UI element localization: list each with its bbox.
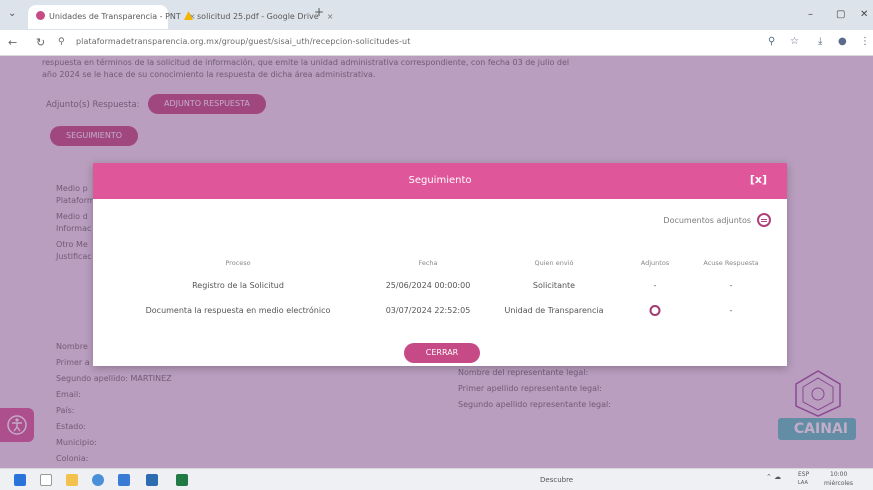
language-indicator[interactable]: ESP [798, 471, 809, 478]
new-tab-button[interactable]: + [314, 5, 324, 19]
document-icon[interactable] [757, 213, 771, 227]
reload-icon[interactable]: ↻ [36, 36, 45, 49]
site-info-icon[interactable]: ⚲ [58, 37, 65, 47]
restore-icon[interactable]: ▢ [836, 9, 845, 20]
menu-dots-icon[interactable]: ⋮ [860, 36, 870, 47]
url-field[interactable]: plataformadetransparencia.org.mx/group/g… [76, 37, 410, 46]
clock-time[interactable]: 10:00 [830, 471, 847, 478]
tab-google-drive[interactable]: solicitud 25.pdf - Google Drive × [176, 5, 333, 29]
minimize-icon[interactable]: – [808, 9, 813, 20]
file-explorer-icon[interactable] [66, 474, 78, 486]
tab-title: solicitud 25.pdf - Google Drive [197, 12, 319, 21]
language-sub: LAA [798, 480, 808, 486]
drive-favicon-icon [184, 11, 193, 20]
table-cell-acuse: - [729, 281, 733, 290]
table-cell-quien: Solicitante [532, 281, 576, 290]
table-cell-proceso: Documenta la respuesta en medio electrón… [145, 306, 331, 315]
tab-title: Unidades de Transparencia - PNT [49, 12, 181, 21]
table-cell-proceso: Registro de la Solicitud [192, 281, 284, 290]
modal-close-button[interactable]: [x] [750, 173, 767, 186]
table-cell-fecha: 03/07/2024 22:52:05 [385, 306, 471, 315]
back-arrow-icon[interactable]: ← [8, 36, 17, 49]
close-modal-button[interactable]: CERRAR [404, 343, 480, 363]
column-header: Adjuntos [640, 259, 670, 267]
download-icon[interactable]: ⤓ [818, 36, 822, 47]
excel-icon[interactable] [176, 474, 188, 486]
task-view-icon[interactable] [40, 474, 52, 486]
tracking-modal: Seguimiento [x] Documentos adjuntos Proc… [93, 163, 787, 366]
attachment-icon[interactable] [649, 305, 661, 316]
tab-unidades-transparencia[interactable]: Unidades de Transparencia - PNT × [28, 5, 196, 29]
documents-attached[interactable]: Documentos adjuntos [663, 213, 771, 227]
column-header: Proceso [225, 259, 251, 267]
taskbar-search-text[interactable]: Descubre [540, 476, 573, 484]
browser-tab-bar: ⌄ Unidades de Transparencia - PNT × solic… [0, 0, 873, 30]
column-header: Acuse Respuesta [703, 259, 759, 267]
address-bar: ← ↻ ⚲ plataformadetransparencia.org.mx/g… [0, 30, 873, 56]
table-cell-fecha: 25/06/2024 00:00:00 [385, 281, 471, 290]
column-header: Fecha [418, 259, 438, 267]
table-cell-adjuntos: - [653, 281, 657, 290]
taskbar: Descubre ⌃ ☁ ESP LAA 10:00 miércoles [0, 468, 873, 490]
modal-title: Seguimiento [408, 175, 472, 186]
table-cell-quien: Unidad de Transparencia [504, 306, 604, 315]
table-cell-acuse: - [729, 306, 733, 315]
system-tray-icons[interactable]: ⌃ ☁ [766, 473, 781, 481]
clock-day: miércoles [824, 480, 853, 487]
tab-close-icon[interactable]: × [327, 12, 334, 21]
window-close-icon[interactable]: ✕ [860, 9, 868, 20]
bookmark-star-icon[interactable]: ☆ [790, 36, 799, 47]
documents-label: Documentos adjuntos [663, 216, 751, 225]
table-cell-adjuntos [649, 305, 661, 318]
chrome-icon[interactable] [92, 474, 104, 486]
column-header: Quien envió [534, 259, 574, 267]
windows-start-icon[interactable] [14, 474, 26, 486]
tab-list-chevron-icon[interactable]: ⌄ [8, 8, 16, 19]
app-icon[interactable] [118, 474, 130, 486]
site-favicon-icon [36, 11, 45, 20]
word-icon[interactable] [146, 474, 158, 486]
profile-icon[interactable]: ● [838, 36, 847, 47]
zoom-icon[interactable]: ⚲ [768, 36, 775, 47]
modal-header: Seguimiento [x] [93, 163, 787, 199]
